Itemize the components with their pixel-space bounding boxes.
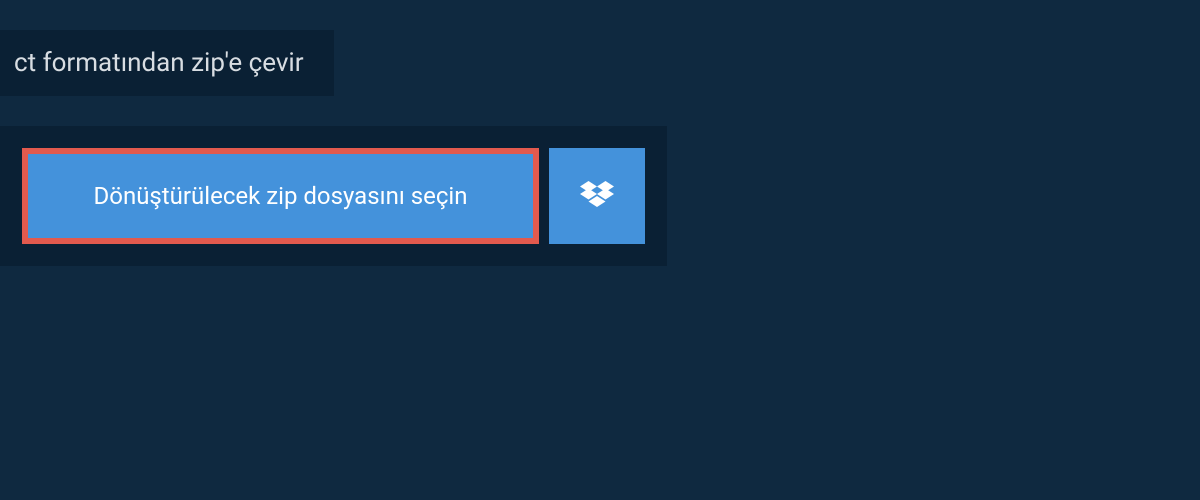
select-file-button[interactable]: Dönüştürülecek zip dosyasını seçin xyxy=(22,148,539,244)
tab-convert-ct-to-zip[interactable]: ct formatından zip'e çevir xyxy=(0,30,334,96)
tab-label: ct formatından zip'e çevir xyxy=(14,48,304,78)
dropbox-button[interactable] xyxy=(549,148,645,244)
file-select-panel: Dönüştürülecek zip dosyasını seçin xyxy=(0,126,667,266)
select-file-button-label: Dönüştürülecek zip dosyasını seçin xyxy=(94,182,468,210)
dropbox-icon xyxy=(580,181,614,211)
